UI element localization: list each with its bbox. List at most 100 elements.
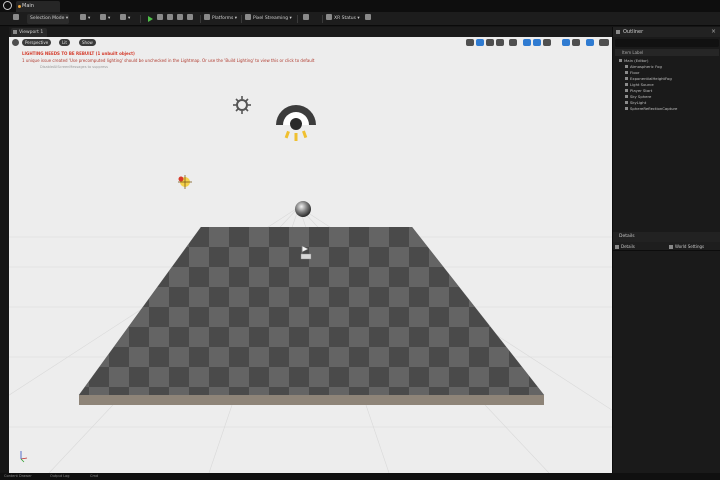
outliner-title: Outliner [623,29,644,35]
blueprint-icon [100,14,106,20]
rotate-tool-icon[interactable] [486,39,494,46]
reflection-sphere-icon[interactable] [295,201,311,217]
grid-snap-icon[interactable] [533,39,541,46]
actor-icon [625,107,628,110]
axis-gizmo [20,451,28,463]
viewport-options-button[interactable] [12,39,19,46]
right-panel: Outliner × Item Label Main (Editor) Atmos… [612,27,720,473]
toolbar-divider [322,15,323,23]
add-content-button[interactable]: ▾ [80,14,94,24]
lighting-warning: LIGHTING NEEDS TO BE REBUILT (1 unbuilt … [22,51,135,56]
toolbar-divider [200,15,201,23]
actor-icon [625,95,628,98]
pause-icon [167,14,173,20]
actor-icon [625,101,628,104]
outliner-row-label: ExponentialHeightFog [630,76,672,81]
status-item[interactable]: Cmd [90,474,98,478]
outliner-row-label: Light Source [630,82,654,87]
status-bar: Content Drawer Output Log Cmd [0,473,720,480]
actor-icon [625,71,628,74]
reflection-warning: 1 unique issue created 'Use precomputed … [22,58,315,63]
toolbar-divider [140,15,141,23]
outliner-column-header[interactable]: Item Label [615,49,719,56]
cinematics-button[interactable]: ▾ [120,14,134,24]
actor-icon [625,77,628,80]
outliner-row-label: SphereReflectionCapture [630,106,678,111]
pixel-streaming-dropdown[interactable]: Pixel Streaming ▾ [245,14,293,24]
outliner-row-label: SkyLight [630,100,647,105]
level-tab[interactable]: Main [16,1,60,12]
play-options-button[interactable] [187,14,195,24]
status-item[interactable]: Content Drawer [4,474,32,478]
platforms-dropdown[interactable]: Platforms ▾ [204,14,238,24]
grid-size-button[interactable] [543,39,551,46]
directional-light-icon[interactable] [276,105,316,141]
blueprint-button[interactable]: ▾ [100,14,114,24]
step-button[interactable] [157,14,165,24]
play-icon [148,16,153,22]
perspective-label: Perspective [25,40,49,45]
world-settings-tab[interactable]: World Settings [675,244,704,249]
toolbar-divider [297,15,298,23]
level-viewport[interactable]: Viewport 1 Perspective Lit Show LIGHTING… [9,27,612,473]
mode-dropdown[interactable]: Selection Mode ▾ [27,14,69,24]
floor-mesh[interactable] [78,226,545,405]
stop-icon [177,14,183,20]
translate-tool-icon[interactable] [476,39,484,46]
status-item[interactable]: Output Log [50,474,70,478]
gear-icon [303,14,309,20]
xr-status-label: XR Status [334,16,356,21]
rotation-size-button[interactable] [572,39,580,46]
play-button[interactable] [146,14,155,24]
camera-speed-button[interactable] [599,39,609,46]
scene-canvas[interactable] [9,27,612,473]
main-toolbar: Selection Mode ▾ ▾ ▾ ▾ Platforms ▾ Pixel… [0,12,720,26]
details-title: Details [619,234,635,239]
source-control-icon [365,14,371,20]
pause-button[interactable] [167,14,175,24]
show-label: Show [82,40,93,45]
show-button[interactable]: Show [79,39,96,46]
outliner-icon [616,30,620,34]
source-control-button[interactable] [365,14,373,24]
floor-top [79,227,544,395]
level-icon [18,5,21,8]
mode-label: Selection Mode [30,16,65,21]
screen-messages-hint: DisableAllScreenMessages to suppress [40,65,108,69]
unreal-logo-icon[interactable] [3,1,12,10]
settings-button[interactable] [303,14,311,24]
close-icon[interactable]: × [711,28,716,35]
lit-label: Lit [62,40,67,45]
stop-button[interactable] [177,14,185,24]
details-tab-bar: Details World Settings [613,242,720,251]
platforms-icon [204,14,210,20]
rotation-snap-icon[interactable] [562,39,570,46]
world-local-icon[interactable] [509,39,517,46]
xr-status-dropdown[interactable]: XR Status ▾ [326,14,360,24]
details-tab[interactable]: Details [621,244,635,249]
sky-light-icon[interactable] [233,96,251,114]
details-icon [615,244,619,249]
outliner-row-label: Floor [630,70,640,75]
details-header: Details [613,232,720,242]
sun-sprite-icon[interactable] [178,175,192,189]
step-icon [157,14,163,20]
perspective-button[interactable]: Perspective [22,39,52,46]
save-button[interactable] [13,14,23,24]
floor-side [79,395,544,405]
add-icon [80,14,86,20]
xr-icon [326,14,332,20]
outliner-search-input[interactable] [615,39,719,47]
scale-snap-icon[interactable] [586,39,594,46]
view-mode-button[interactable]: Lit [59,39,70,46]
outliner-row-label: Main (Editor) [624,58,649,63]
viewport-tab[interactable]: Viewport 1 [11,28,47,37]
title-bar: Main [0,0,720,12]
viewport-tab-label: Viewport 1 [19,29,44,35]
outliner-row-label: Sky Sphere [630,94,652,99]
select-tool-icon[interactable] [466,39,474,46]
scale-tool-icon[interactable] [496,39,504,46]
toolbar-divider [241,15,242,23]
outliner-row[interactable]: SphereReflectionCapture [613,106,720,112]
surface-snap-icon[interactable] [523,39,531,46]
